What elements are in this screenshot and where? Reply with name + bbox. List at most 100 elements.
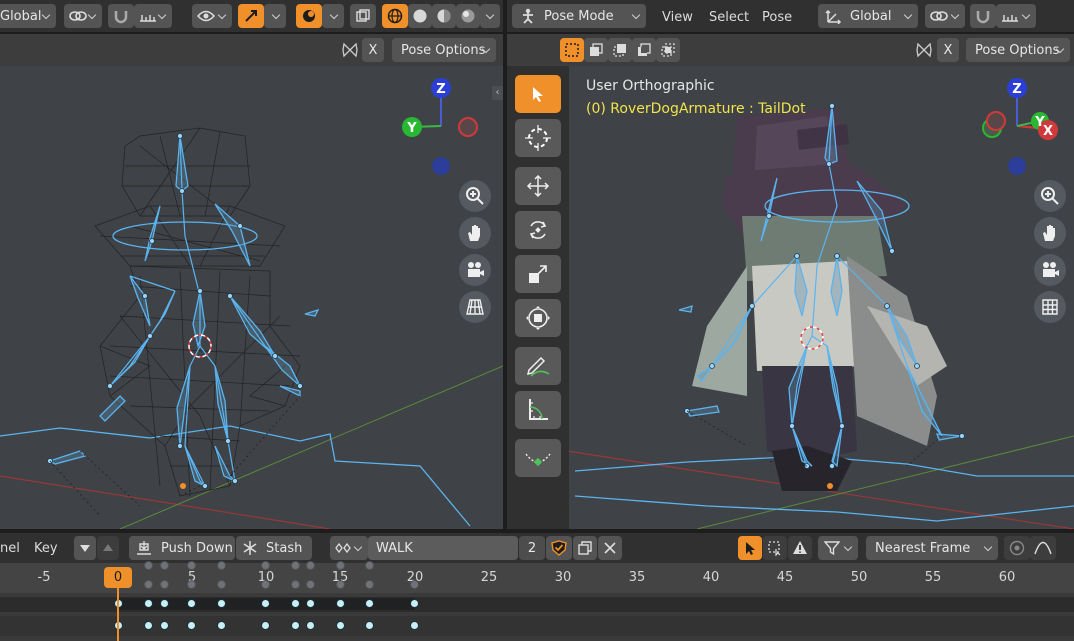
- right-3d-viewport[interactable]: User Orthographic (0) RoverDogArmature :…: [507, 66, 1074, 529]
- menu-select[interactable]: Select: [709, 10, 749, 25]
- mirror-bone-toggle-left[interactable]: [338, 38, 362, 62]
- sidebar-collapse-arrow-left[interactable]: ‹: [492, 86, 503, 100]
- shading-solid-left[interactable]: [408, 4, 432, 28]
- layer-up-button[interactable]: [97, 536, 119, 560]
- zoom-button-left[interactable]: [459, 180, 491, 212]
- keyframe[interactable]: [144, 599, 153, 608]
- keyframe[interactable]: [291, 599, 300, 608]
- transform-orientation-dropdown-left[interactable]: Global: [0, 4, 56, 28]
- pivot-point-dropdown-right[interactable]: [925, 4, 965, 28]
- menu-pose[interactable]: Pose: [762, 10, 792, 25]
- keyframe[interactable]: [261, 621, 270, 630]
- keyframe[interactable]: [365, 621, 374, 630]
- visibility-dropdown-left[interactable]: [192, 4, 232, 28]
- xray-toggle-left[interactable]: [350, 4, 376, 28]
- move-tool[interactable]: [515, 167, 561, 205]
- breakdowner-tool[interactable]: [515, 439, 561, 477]
- keyframe[interactable]: [336, 599, 345, 608]
- snap-toggle-left[interactable]: [108, 4, 134, 28]
- cursor-tool[interactable]: [515, 119, 561, 157]
- proportional-falloff-dropdown[interactable]: [1030, 536, 1056, 560]
- camera-view-button-right[interactable]: [1034, 254, 1066, 286]
- keyframe[interactable]: [160, 599, 169, 608]
- only-errors-toggle[interactable]: [788, 536, 812, 560]
- navigation-gizmo-right[interactable]: Z Y X: [972, 74, 1072, 184]
- shading-rendered-left[interactable]: [456, 4, 480, 28]
- keyframe[interactable]: [410, 621, 419, 630]
- action-user-count[interactable]: 2: [519, 536, 545, 560]
- select-box-tool[interactable]: [515, 75, 561, 113]
- keyframe[interactable]: [217, 621, 226, 630]
- keyframe[interactable]: [160, 621, 169, 630]
- stash-button[interactable]: Stash: [236, 536, 312, 560]
- keyframe[interactable]: [365, 599, 374, 608]
- snap-target-dropdown-right[interactable]: [996, 4, 1036, 28]
- select-mode-new[interactable]: [560, 38, 584, 62]
- transform-orientation-dropdown-right[interactable]: Global: [818, 4, 918, 28]
- action-browse-dropdown[interactable]: [330, 536, 368, 560]
- pose-options-dropdown-right[interactable]: Pose Options: [966, 38, 1070, 62]
- annotate-tool[interactable]: [515, 347, 561, 385]
- navigation-gizmo-left[interactable]: Z Y: [395, 74, 495, 184]
- perspective-toggle-left[interactable]: [459, 291, 491, 323]
- camera-view-button-left[interactable]: [459, 254, 491, 286]
- keyframe[interactable]: [336, 621, 345, 630]
- menu-key[interactable]: Key: [34, 541, 58, 556]
- x-mirror-button-right[interactable]: X: [937, 38, 959, 62]
- frame-tick: 60: [998, 570, 1016, 585]
- ghost-keyframe: [306, 561, 315, 570]
- keyframe[interactable]: [261, 599, 270, 608]
- mode-dropdown[interactable]: Pose Mode: [512, 4, 646, 28]
- link-icon: [930, 11, 948, 21]
- keyframe[interactable]: [410, 599, 419, 608]
- zoom-button-right[interactable]: [1034, 180, 1066, 212]
- pan-button-left[interactable]: [459, 217, 491, 249]
- snap-target-dropdown-left[interactable]: [134, 4, 172, 28]
- keyframe[interactable]: [291, 621, 300, 630]
- pose-options-dropdown-left[interactable]: Pose Options: [392, 38, 496, 62]
- menu-channel[interactable]: nel: [0, 541, 20, 556]
- shading-dropdown-left[interactable]: [480, 4, 500, 28]
- layer-down-button[interactable]: [74, 536, 96, 560]
- shading-material-left[interactable]: [432, 4, 456, 28]
- keyframe[interactable]: [217, 599, 226, 608]
- gizmo-toggle-left[interactable]: [238, 4, 264, 28]
- snap-mode-dropdown[interactable]: Nearest Frame: [866, 536, 998, 560]
- new-action-button[interactable]: [573, 536, 597, 560]
- snap-toggle-right[interactable]: [970, 4, 996, 28]
- keyframe[interactable]: [187, 621, 196, 630]
- current-frame-indicator[interactable]: 0: [104, 567, 132, 588]
- menu-view[interactable]: View: [662, 10, 693, 25]
- overlay-dropdown-left[interactable]: [322, 4, 344, 28]
- filters-dropdown[interactable]: [818, 536, 858, 560]
- select-mode-extend[interactable]: [584, 38, 608, 62]
- keyframe[interactable]: [306, 599, 315, 608]
- orthographic-toggle-right[interactable]: [1034, 291, 1066, 323]
- gizmo-dropdown-left[interactable]: [264, 4, 286, 28]
- unlink-action-button[interactable]: [598, 536, 622, 560]
- select-mode-difference[interactable]: [632, 38, 656, 62]
- shading-wireframe-left[interactable]: [382, 4, 408, 28]
- pivot-point-dropdown-left[interactable]: [64, 4, 102, 28]
- measure-tool[interactable]: [515, 391, 561, 429]
- scale-tool[interactable]: [515, 255, 561, 293]
- keyframe[interactable]: [306, 621, 315, 630]
- select-mode-subtract[interactable]: [608, 38, 632, 62]
- action-name-field[interactable]: WALK: [368, 536, 518, 560]
- proportional-editing-toggle[interactable]: [1004, 536, 1030, 560]
- push-down-button[interactable]: Push Down: [129, 536, 235, 560]
- show-hidden-toggle[interactable]: [763, 536, 787, 560]
- breakdown-curve-icon: [525, 453, 551, 467]
- rotate-tool[interactable]: [515, 211, 561, 249]
- keyframe[interactable]: [144, 621, 153, 630]
- only-selected-toggle[interactable]: [738, 536, 762, 560]
- overlay-toggle-left[interactable]: [296, 4, 322, 28]
- x-mirror-button-left[interactable]: X: [362, 38, 384, 62]
- pan-button-right[interactable]: [1034, 217, 1066, 249]
- mirror-bone-toggle-right[interactable]: [912, 38, 936, 62]
- keyframe[interactable]: [187, 599, 196, 608]
- fake-user-toggle[interactable]: [546, 536, 572, 560]
- left-3d-viewport[interactable]: Z Y ‹: [0, 66, 503, 529]
- select-mode-intersect[interactable]: [656, 38, 680, 62]
- transform-tool[interactable]: [515, 299, 561, 337]
